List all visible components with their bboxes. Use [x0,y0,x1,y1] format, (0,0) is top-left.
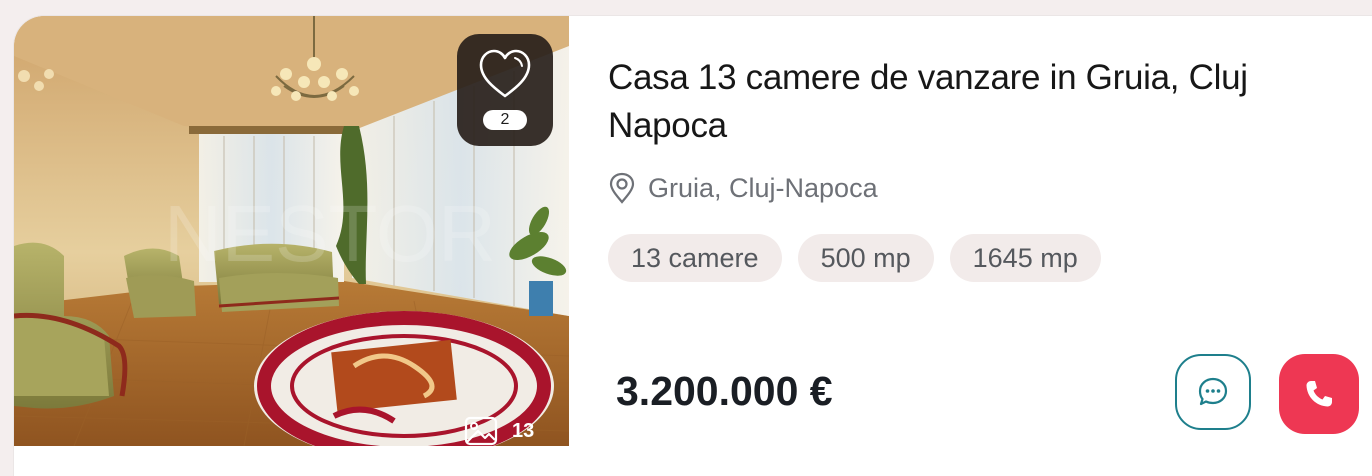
favorite-button[interactable]: 2 [457,34,553,146]
photo-count-badge: 13 [464,416,534,446]
chat-button[interactable] [1175,354,1251,430]
map-pin-icon [609,172,635,204]
tag-land-area: 1645 mp [949,234,1101,282]
location-text: Gruia, Cluj-Napoca [648,172,878,203]
listing-photo[interactable]: NESTOR 2 13 [14,16,569,446]
listing-title[interactable]: Casa 13 camere de vanzare in Gruia, Cluj… [608,54,1348,150]
tag-rooms: 13 camere [608,234,782,282]
heart-icon [479,49,531,98]
svg-text:NESTOR: NESTOR [164,189,496,278]
listing-card[interactable]: NESTOR 2 13 Casa 13 camere de vanzare in… [14,16,1372,476]
listing-location: Gruia, Cluj-Napoca [608,172,878,204]
phone-icon [1306,381,1332,407]
listing-tags: 13 camere 500 mp 1645 mp [608,234,1101,282]
chat-bubble-icon [1198,377,1228,406]
listing-price: 3.200.000 € [616,368,833,414]
favorites-count: 2 [483,110,527,130]
call-button[interactable] [1279,354,1359,434]
image-icon [464,416,498,446]
tag-usable-area: 500 mp [797,234,934,282]
photos-count: 13 [512,419,535,442]
